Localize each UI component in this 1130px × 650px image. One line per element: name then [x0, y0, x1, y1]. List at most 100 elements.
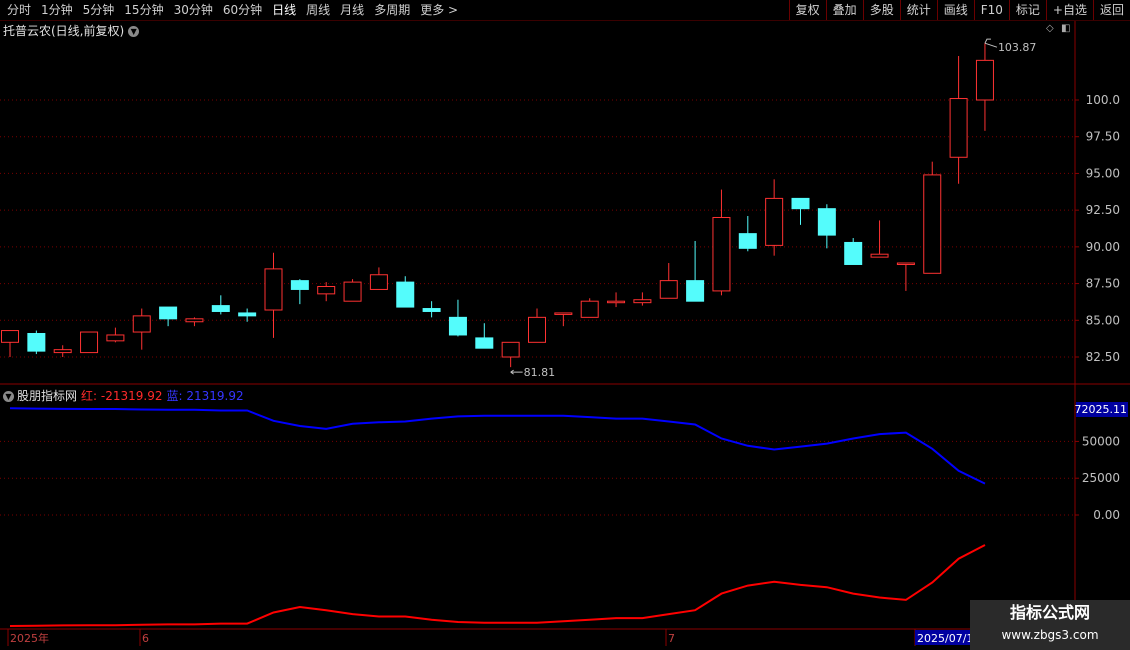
candle-body-up — [185, 318, 204, 323]
candle — [369, 267, 388, 290]
kline-chart[interactable]: 100.0 97.50 95.00 92.50 90.00 87.50 85.00 82.50… — [0, 0, 1130, 650]
candle-body-down — [238, 312, 257, 317]
candle — [528, 308, 546, 343]
candle-body-down — [448, 316, 467, 336]
candle-body-down — [422, 308, 441, 312]
candle-body-down — [396, 281, 415, 308]
candle — [949, 55, 968, 184]
candle-body-up — [580, 300, 599, 318]
high-price-label: 103.87 — [998, 41, 1036, 54]
candle-body-down — [738, 233, 757, 249]
candle — [80, 331, 99, 354]
blue-series-line — [9, 407, 986, 485]
candle-body-up — [975, 59, 994, 101]
red-series-line — [9, 544, 986, 627]
candle — [554, 312, 573, 327]
candle — [686, 240, 705, 302]
candle — [106, 327, 125, 343]
candle-body-down — [686, 280, 705, 302]
price-axis-label: 87.50 — [1086, 277, 1120, 291]
candle — [238, 308, 257, 322]
candle — [343, 279, 362, 302]
candle — [791, 197, 810, 225]
candle-body-up — [132, 315, 151, 333]
candle-body-up — [712, 216, 731, 292]
high-marker — [984, 38, 998, 48]
date-label: 6 — [142, 632, 149, 645]
candle-body-up — [659, 280, 678, 299]
price-axis-label: 92.50 — [1086, 203, 1120, 217]
indicator-axis-label: 50000 — [1082, 434, 1120, 448]
indicator-axis-label: 72025.11 — [1075, 403, 1128, 416]
candle-body-up — [870, 253, 889, 258]
candle-body-down — [817, 208, 836, 236]
candle — [659, 263, 678, 299]
candle — [738, 216, 757, 252]
candle — [765, 179, 784, 256]
candle-body-up — [80, 331, 99, 354]
candle-body-up — [528, 316, 546, 343]
candle-body-down — [791, 197, 810, 210]
candle-body-down — [159, 306, 178, 320]
candle — [159, 306, 178, 327]
watermark-title: 指标公式网 — [1009, 603, 1090, 622]
candle-body-up — [369, 274, 388, 290]
candle — [975, 43, 994, 131]
candle-body-up — [53, 349, 72, 354]
date-label: 2025/07/1 — [917, 632, 973, 645]
candle-body-down — [475, 337, 494, 349]
candle — [817, 204, 836, 249]
candle — [633, 292, 652, 306]
candle-body-up — [923, 174, 942, 274]
price-axis-label: 97.50 — [1086, 130, 1120, 144]
candle — [185, 317, 204, 327]
candle-body-down — [844, 241, 863, 265]
candle — [264, 252, 283, 338]
indicator-axis-label: 25000 — [1082, 471, 1120, 485]
candle-body-up — [317, 286, 336, 295]
candle — [580, 298, 599, 318]
watermark: 指标公式网 www.zbgs3.com — [970, 600, 1130, 650]
candle — [448, 299, 467, 337]
date-label: 7 — [668, 632, 675, 645]
candle — [27, 330, 46, 355]
candle — [1, 330, 19, 357]
candle-body-up — [949, 98, 968, 158]
date-label: 2025年 — [10, 631, 49, 645]
candle — [396, 276, 415, 308]
candle — [607, 292, 626, 308]
price-axis-label: 90.00 — [1086, 240, 1120, 254]
price-axis-label: 100.0 — [1086, 93, 1120, 107]
low-price-label: 81.81 — [524, 366, 556, 379]
candle-body-down — [290, 280, 309, 290]
candle — [844, 238, 863, 265]
candle-body-up — [343, 281, 362, 302]
candle — [53, 345, 72, 357]
candle — [317, 282, 336, 302]
price-axis-label: 95.00 — [1086, 166, 1120, 180]
candle-body-up — [1, 330, 19, 343]
candle — [211, 295, 230, 315]
candle — [923, 161, 942, 274]
candle — [501, 341, 520, 368]
candle — [870, 220, 889, 258]
watermark-url: www.zbgs3.com — [1001, 628, 1099, 642]
candle-body-up — [106, 334, 125, 342]
candle — [712, 189, 731, 296]
candle-body-up — [896, 262, 915, 266]
candle-body-down — [211, 305, 230, 312]
candle — [132, 308, 151, 350]
candle-body-up — [501, 341, 520, 358]
low-marker — [510, 369, 523, 375]
price-axis-label: 82.50 — [1086, 350, 1120, 364]
candle — [422, 301, 441, 318]
indicator-axis-label: 0.00 — [1093, 508, 1120, 522]
candle-body-up — [633, 299, 652, 304]
candle-body-up — [264, 268, 283, 311]
candle-body-up — [607, 300, 626, 304]
candle-body-up — [554, 312, 573, 315]
candle — [290, 279, 309, 305]
candle-body-up — [765, 197, 784, 246]
candle — [896, 262, 915, 291]
candle — [475, 323, 494, 349]
